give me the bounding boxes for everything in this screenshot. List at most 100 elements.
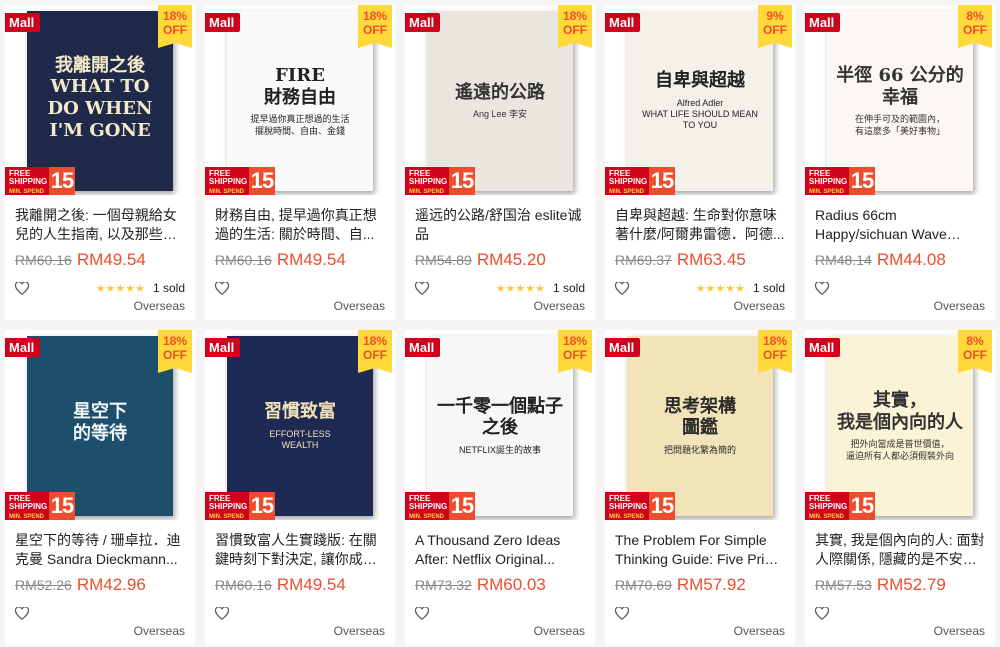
- product-card[interactable]: 一千零一個點子之後 NETFLIX誕生的故事 Mall 18% OFF FREE…: [405, 330, 595, 645]
- product-image[interactable]: 半徑 66 公分的幸福 在伸手可及的範圍內， 有這麼多「美好事物」 Mall 8…: [805, 5, 995, 195]
- cover-subtitle: 把外向當成是普世價值， 逼迫所有人都必須假裝外向: [845, 439, 954, 461]
- mall-badge: Mall: [5, 13, 41, 32]
- product-name[interactable]: A Thousand Zero Ideas After: Netflix Ori…: [415, 531, 585, 569]
- shipping-origin: Overseas: [733, 299, 785, 313]
- product-card[interactable]: 我離開之後 WHAT TO DO WHEN I'M GONE Mall 18% …: [5, 5, 195, 320]
- rating-stars: ★★★★★: [95, 282, 145, 295]
- meta-row: [814, 280, 985, 296]
- discount-badge: 8% OFF: [958, 5, 992, 48]
- shipping-origin: Overseas: [533, 299, 585, 313]
- product-name[interactable]: 其實, 我是個內向的人: 面對人際關係, 隱藏的是不安的...: [815, 531, 985, 569]
- cover-subtitle: 提早過你真正想過的生活 擺脫時間、自由、金錢: [250, 114, 350, 136]
- min-spend-label: MIN. SPEND: [9, 514, 45, 520]
- heart-icon[interactable]: [814, 605, 830, 620]
- product-card[interactable]: 其實， 我是個內向的人 把外向當成是普世價值， 逼迫所有人都必須假裝外向 Mal…: [805, 330, 995, 645]
- mall-badge: Mall: [605, 338, 641, 357]
- free-shipping-line2: SHIPPING: [9, 502, 48, 511]
- product-image[interactable]: 其實， 我是個內向的人 把外向當成是普世價值， 逼迫所有人都必須假裝外向 Mal…: [805, 330, 995, 520]
- price-row: RM54.89 RM45.20: [415, 250, 585, 270]
- original-price: RM60.16: [215, 577, 272, 593]
- heart-icon[interactable]: [614, 605, 630, 620]
- product-name[interactable]: Radius 66cm Happy/sichuan Wave Eslit...: [815, 206, 985, 244]
- product-name[interactable]: 自卑與超越: 生命對你意味著什麼/阿爾弗雷德．阿德...: [615, 206, 785, 244]
- product-image[interactable]: 習慣致富 EFFORT-LESS WEALTH Mall 18% OFF FRE…: [205, 330, 395, 520]
- discount-badge: 18% OFF: [558, 5, 592, 48]
- discount-percent: 18%: [362, 9, 388, 23]
- product-name[interactable]: The Problem For Simple Thinking Guide: F…: [615, 531, 785, 569]
- original-price: RM57.53: [815, 577, 872, 593]
- min-spend-amount: 15: [649, 167, 675, 195]
- product-card[interactable]: FIRE 財務自由 提早過你真正想過的生活 擺脫時間、自由、金錢 Mall 18…: [205, 5, 395, 320]
- product-image[interactable]: 遙遠的公路 Ang Lee 李安 Mall 18% OFF FREE SHIPP…: [405, 5, 595, 195]
- cover-title: 一千零一個點子之後: [437, 395, 563, 439]
- price-row: RM48.14 RM44.08: [815, 250, 985, 270]
- heart-icon[interactable]: [214, 280, 230, 295]
- cover-title: 思考架構 圖鑑: [664, 395, 736, 439]
- heart-icon[interactable]: [814, 280, 830, 295]
- heart-icon[interactable]: [414, 605, 430, 620]
- meta-row: [414, 605, 585, 621]
- product-image[interactable]: 一千零一個點子之後 NETFLIX誕生的故事 Mall 18% OFF FREE…: [405, 330, 595, 520]
- book-cover: 自卑與超越 Alfred Adler WHAT LIFE SHOULD MEAN…: [627, 11, 773, 191]
- cover-title: 我離開之後 WHAT TO DO WHEN I'M GONE: [47, 54, 153, 141]
- free-shipping-badge: FREE SHIPPING MIN. SPEND 15: [405, 167, 475, 195]
- original-price: RM48.14: [815, 252, 872, 268]
- product-image[interactable]: 星空下 的等待 Mall 18% OFF FREE SHIPPING MIN. …: [5, 330, 195, 520]
- discount-badge: 18% OFF: [158, 5, 192, 48]
- mall-badge: Mall: [205, 13, 241, 32]
- product-name[interactable]: 財務自由, 提早過你真正想過的生活: 關於時間、自...: [215, 206, 385, 244]
- cover-title: 其實， 我是個內向的人: [837, 390, 963, 433]
- sold-count: 1 sold: [552, 281, 585, 295]
- free-shipping-label: FREE SHIPPING MIN. SPEND: [5, 492, 49, 520]
- cover-subtitle: Alfred Adler WHAT LIFE SHOULD MEAN TO YO…: [642, 97, 758, 131]
- discount-off-label: OFF: [163, 348, 187, 362]
- mall-badge: Mall: [805, 13, 841, 32]
- discount-percent: 8%: [966, 334, 984, 348]
- product-name[interactable]: 習慣致富人生實踐版: 在關鍵時刻下對決定, 讓你成功...: [215, 531, 385, 569]
- product-image[interactable]: 思考架構 圖鑑 把問題化繁為簡的 Mall 18% OFF FREE SHIPP…: [605, 330, 795, 520]
- meta-row: [814, 605, 985, 621]
- heart-icon[interactable]: [414, 280, 430, 295]
- product-image[interactable]: 自卑與超越 Alfred Adler WHAT LIFE SHOULD MEAN…: [605, 5, 795, 195]
- product-card[interactable]: 半徑 66 公分的幸福 在伸手可及的範圍內， 有這麼多「美好事物」 Mall 8…: [805, 5, 995, 320]
- mall-badge: Mall: [205, 338, 241, 357]
- discount-badge: 18% OFF: [358, 330, 392, 373]
- meta-row: [214, 605, 385, 621]
- discount-percent: 9%: [766, 9, 784, 23]
- product-image[interactable]: FIRE 財務自由 提早過你真正想過的生活 擺脫時間、自由、金錢 Mall 18…: [205, 5, 395, 195]
- product-card[interactable]: 習慣致富 EFFORT-LESS WEALTH Mall 18% OFF FRE…: [205, 330, 395, 645]
- price-row: RM70.69 RM57.92: [615, 575, 785, 595]
- book-cover: 星空下 的等待: [27, 336, 173, 516]
- product-name[interactable]: 遥远的公路/舒国治 eslite诚品: [415, 206, 585, 244]
- shipping-origin: Overseas: [133, 299, 185, 313]
- shipping-origin: Overseas: [733, 624, 785, 638]
- product-card[interactable]: 思考架構 圖鑑 把問題化繁為簡的 Mall 18% OFF FREE SHIPP…: [605, 330, 795, 645]
- discount-off-label: OFF: [163, 23, 187, 37]
- product-image[interactable]: 我離開之後 WHAT TO DO WHEN I'M GONE Mall 18% …: [5, 5, 195, 195]
- discount-badge: 9% OFF: [758, 5, 792, 48]
- product-card[interactable]: 星空下 的等待 Mall 18% OFF FREE SHIPPING MIN. …: [5, 330, 195, 645]
- price-row: RM57.53 RM52.79: [815, 575, 985, 595]
- original-price: RM69.37: [615, 252, 672, 268]
- product-card[interactable]: 自卑與超越 Alfred Adler WHAT LIFE SHOULD MEAN…: [605, 5, 795, 320]
- heart-icon[interactable]: [214, 605, 230, 620]
- product-card[interactable]: 遙遠的公路 Ang Lee 李安 Mall 18% OFF FREE SHIPP…: [405, 5, 595, 320]
- cover-title: 遙遠的公路: [455, 81, 545, 103]
- heart-icon[interactable]: [614, 280, 630, 295]
- heart-icon[interactable]: [14, 605, 30, 620]
- min-spend-label: MIN. SPEND: [209, 189, 245, 195]
- heart-icon[interactable]: [14, 280, 30, 295]
- meta-row: ★★★★★ 1 sold: [414, 280, 585, 296]
- free-shipping-badge: FREE SHIPPING MIN. SPEND 15: [205, 167, 275, 195]
- free-shipping-label: FREE SHIPPING MIN. SPEND: [205, 492, 249, 520]
- product-name[interactable]: 星空下的等待 / 珊卓拉．迪克曼 Sandra Dieckmann...: [15, 531, 185, 569]
- discount-off-label: OFF: [963, 23, 987, 37]
- product-name[interactable]: 我離開之後: 一個母親給女兒的人生指南, 以及那些來...: [15, 206, 185, 244]
- shipping-origin: Overseas: [533, 624, 585, 638]
- sale-price: RM63.45: [676, 250, 746, 269]
- min-spend-amount: 15: [849, 167, 875, 195]
- cover-title: 星空下 的等待: [73, 401, 127, 444]
- free-shipping-badge: FREE SHIPPING MIN. SPEND 15: [205, 492, 275, 520]
- min-spend-label: MIN. SPEND: [609, 514, 645, 520]
- original-price: RM60.16: [15, 252, 72, 268]
